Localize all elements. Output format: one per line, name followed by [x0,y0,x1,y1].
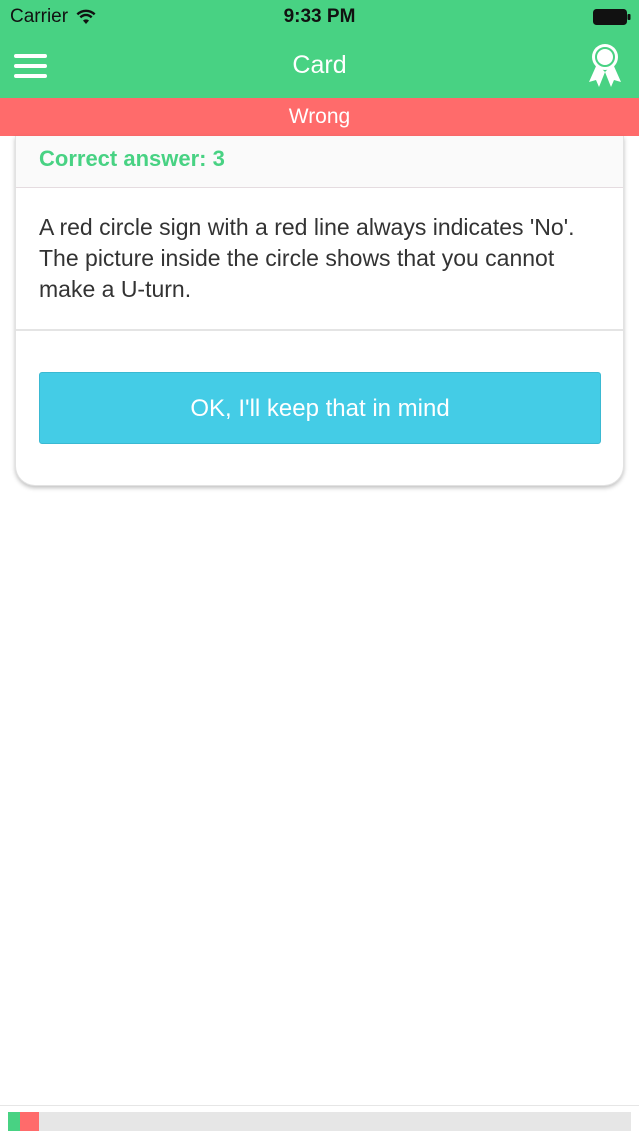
answer-card: Correct answer: 3 A red circle sign with… [15,136,624,486]
award-ribbon-icon[interactable] [585,42,625,88]
nav-bar: Card [0,34,639,98]
screen: Carrier 9:33 PM Card Wrong Correct answe… [0,0,639,1136]
status-time: 9:33 PM [283,6,356,27]
page-title: Card [292,51,347,79]
card-header: Correct answer: 3 [16,136,623,188]
result-banner: Wrong [0,98,639,136]
correct-answer-label: Correct answer: 3 [39,146,225,171]
ok-button[interactable]: OK, I'll keep that in mind [39,372,601,444]
progress-bar [8,1112,631,1131]
explanation-text: A red circle sign with a red line always… [16,188,623,331]
progress-segment-wrong [20,1112,39,1131]
status-bar: Carrier 9:33 PM [0,0,639,34]
bottom-divider [0,1105,639,1106]
progress-segment-correct [8,1112,20,1131]
battery-icon [593,9,631,25]
